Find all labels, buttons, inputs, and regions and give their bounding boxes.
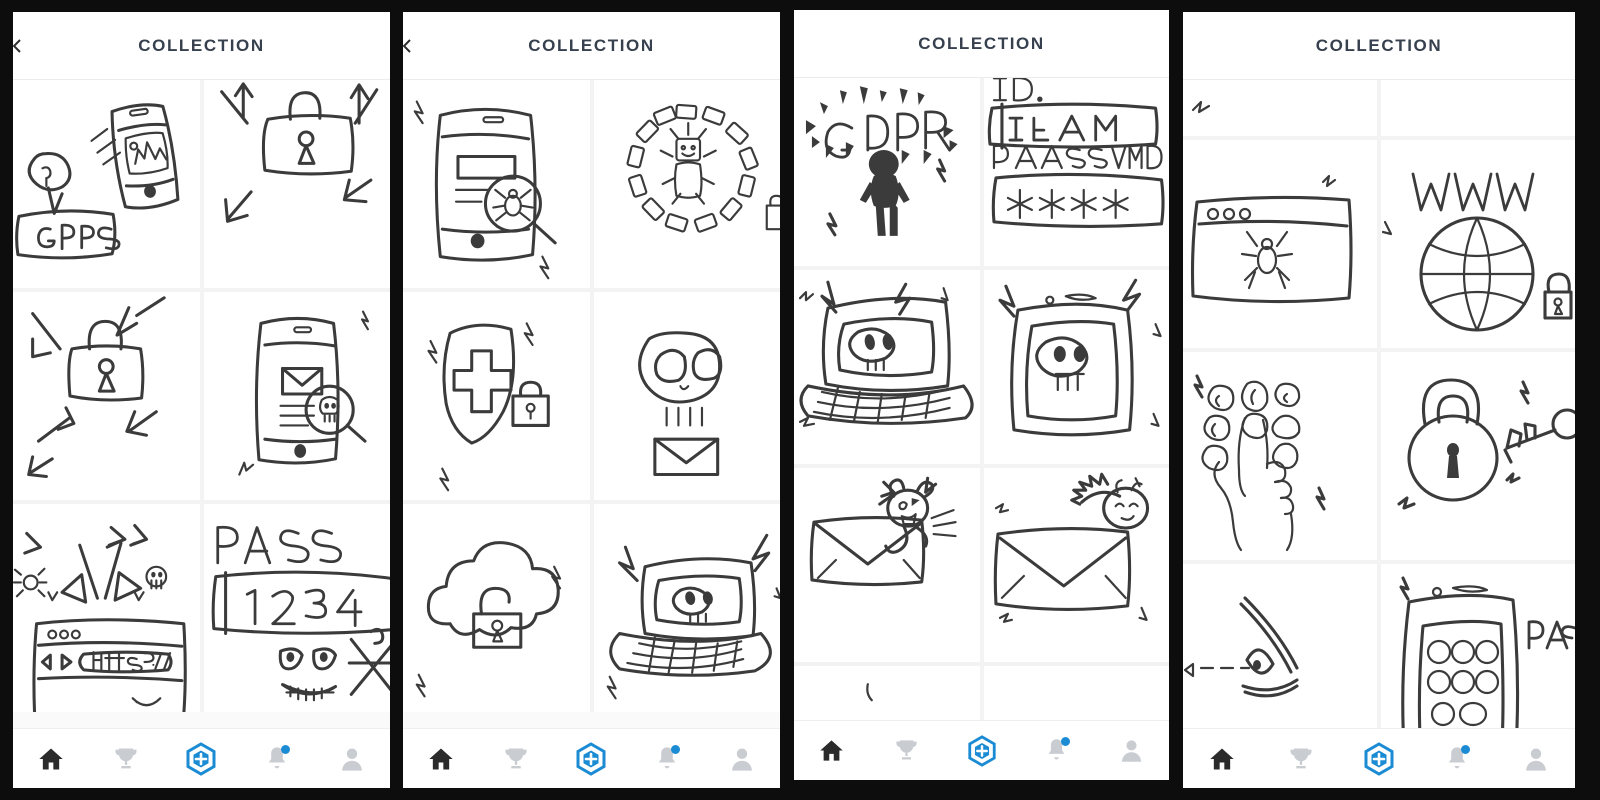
nav-item-home[interactable] — [1183, 729, 1261, 788]
panel-4-header: COLLECTION — [1183, 12, 1575, 80]
collection-card-browser-https[interactable] — [13, 504, 200, 712]
notification-badge — [1060, 737, 1070, 746]
frame-gap — [390, 0, 403, 800]
frame-gap — [780, 0, 794, 800]
collection-card-row4-right[interactable] — [983, 666, 1169, 720]
trophy-icon — [896, 740, 917, 760]
nav-item-add[interactable] — [1340, 729, 1418, 788]
collection-card-browser-spider[interactable] — [1183, 140, 1377, 348]
nav-item-profile[interactable] — [315, 729, 390, 788]
nav-item-trophy[interactable] — [869, 721, 944, 780]
page-title: COLLECTION — [918, 33, 1045, 53]
home-icon — [39, 748, 63, 769]
collection-card-www-globe-lock[interactable] — [1381, 140, 1575, 348]
panel-2-header: COLLECTION — [403, 12, 780, 80]
hexagon-plus-icon — [967, 734, 996, 767]
collection-card-shield-cross-lock[interactable] — [403, 292, 590, 500]
panel-1-header: COLLECTION — [13, 12, 390, 80]
trophy-icon — [1290, 748, 1312, 768]
trophy-icon — [115, 748, 137, 768]
phone-panel-4: COLLECTION — [1183, 12, 1575, 788]
collection-card-laptop-skull[interactable] — [593, 504, 780, 712]
nav-item-trophy[interactable] — [1261, 729, 1339, 788]
trophy-icon — [505, 748, 527, 768]
home-icon — [429, 748, 453, 769]
page-title: COLLECTION — [528, 35, 655, 55]
collection-card-envelope-bug-2[interactable] — [983, 468, 1169, 662]
panel-2-bottom-nav — [403, 728, 780, 788]
nav-item-trophy[interactable] — [478, 729, 553, 788]
hexagon-plus-icon — [576, 741, 606, 776]
nav-item-profile[interactable] — [1497, 729, 1575, 788]
collection-card-skull-envelope[interactable] — [593, 292, 780, 500]
phone-panel-1: COLLECTION — [13, 12, 390, 788]
collection-card-padlock-key[interactable] — [1381, 352, 1575, 560]
panel-3-header: COLLECTION — [794, 10, 1169, 78]
collection-card-gdpr-shout[interactable] — [794, 78, 980, 266]
collection-card-login-form[interactable] — [983, 78, 1169, 266]
hexagon-plus-icon — [186, 741, 216, 776]
collection-card-cut-top-right[interactable] — [1381, 80, 1575, 136]
nav-item-add[interactable] — [554, 729, 629, 788]
panel-4-bottom-nav — [1183, 728, 1575, 788]
frame-gap — [0, 0, 13, 800]
collection-card-eye-look[interactable] — [1183, 564, 1377, 728]
panel-2-grid-scroll[interactable] — [403, 80, 780, 728]
panel-1-bottom-nav — [13, 728, 390, 788]
nav-item-add[interactable] — [944, 721, 1019, 780]
nav-item-add[interactable] — [164, 729, 239, 788]
nav-item-profile[interactable] — [1094, 721, 1169, 780]
nav-item-profile[interactable] — [705, 729, 780, 788]
notification-badge — [670, 745, 680, 754]
page-title: COLLECTION — [138, 35, 265, 55]
nav-item-notifications[interactable] — [239, 729, 314, 788]
nav-item-notifications[interactable] — [1019, 721, 1094, 780]
frame-gap — [1575, 0, 1593, 800]
nav-item-home[interactable] — [794, 721, 869, 780]
collection-card-envelope-bug-1[interactable] — [794, 468, 980, 662]
nav-item-home[interactable] — [403, 729, 478, 788]
collection-card-pass-1234[interactable] — [203, 504, 390, 712]
collection-card-padlock-arrows-2[interactable] — [13, 292, 200, 500]
collection-card-cut-top-left[interactable] — [1183, 80, 1377, 136]
notification-badge — [280, 745, 290, 754]
nav-item-notifications[interactable] — [629, 729, 704, 788]
home-icon — [1210, 748, 1234, 769]
chevron-left-icon[interactable] — [403, 38, 415, 54]
collection-card-finger-keypad[interactable] — [1183, 352, 1377, 560]
collection-card-gdpr-person-circle[interactable] — [593, 80, 780, 288]
page-title: COLLECTION — [1315, 35, 1443, 55]
panel-3-bottom-nav — [794, 720, 1169, 780]
collection-card-gps-phone[interactable] — [13, 80, 200, 288]
collection-card-cloud-unlocked[interactable] — [403, 504, 590, 712]
nav-item-home[interactable] — [13, 729, 88, 788]
person-icon — [1121, 740, 1142, 762]
frame-gap — [1169, 0, 1183, 800]
person-icon — [342, 748, 363, 771]
person-icon — [732, 748, 753, 771]
collection-card-phone-bug-scan[interactable] — [403, 80, 590, 288]
home-icon — [820, 740, 843, 761]
person-icon — [1525, 748, 1546, 771]
collection-card-laptop-skull-2[interactable] — [794, 270, 980, 464]
collection-card-padlock-arrows[interactable] — [203, 80, 390, 288]
nav-item-notifications[interactable] — [1418, 729, 1496, 788]
collection-card-phone-mail-skull[interactable] — [203, 292, 390, 500]
collection-card-tablet-skull[interactable] — [983, 270, 1169, 464]
phone-panel-2: COLLECTION — [403, 12, 780, 788]
collection-card-row4-left[interactable] — [794, 666, 980, 720]
collection-card-phone-passcode[interactable] — [1381, 564, 1575, 728]
chevron-left-icon[interactable] — [13, 38, 25, 54]
nav-item-trophy[interactable] — [88, 729, 163, 788]
panel-4-grid-scroll[interactable] — [1183, 80, 1575, 728]
phone-panel-3: COLLECTION — [794, 10, 1169, 780]
panel-1-grid-scroll[interactable] — [13, 80, 390, 728]
screenshot-stage: COLLECTION COLLECTION COLLECTION COLLECT… — [0, 0, 1600, 800]
panel-3-grid-scroll[interactable] — [794, 78, 1169, 720]
hexagon-plus-icon — [1364, 741, 1394, 776]
